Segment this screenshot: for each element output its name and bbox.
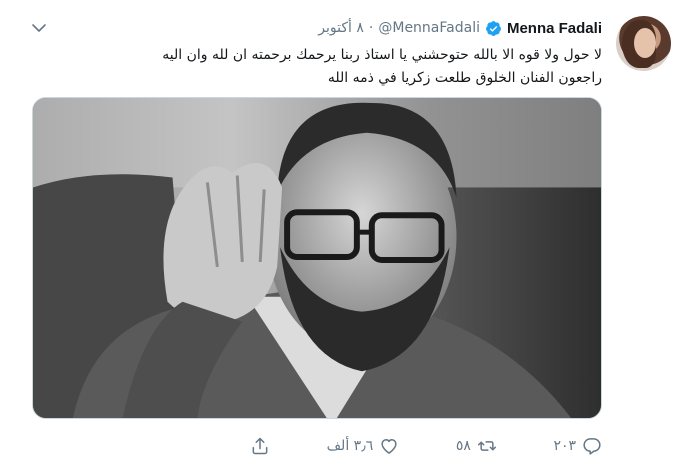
tweet-date[interactable]: ٨ أكتوبر: [318, 20, 364, 36]
author-handle[interactable]: @MennaFadali: [378, 20, 480, 36]
verified-badge-icon: [485, 20, 502, 37]
like-button[interactable]: ٣٫٦ ألف: [327, 436, 400, 456]
tweet-text: لا حول ولا قوه الا بالله حتوحشني يا استا…: [62, 44, 602, 90]
avatar[interactable]: [616, 16, 671, 71]
tweet-header: Menna Fadali @MennaFadali · ٨ أكتوبر: [318, 17, 602, 39]
tweet-text-line: لا حول ولا قوه الا بالله حتوحشني يا استا…: [162, 47, 602, 63]
reply-button[interactable]: ٢٠٣: [553, 436, 602, 456]
retweet-icon: [477, 436, 497, 456]
tweet-text-line: راجعون الفنان الخلوق طلعت زكريا في ذمه ا…: [327, 70, 602, 86]
tweet-card[interactable]: Menna Fadali @MennaFadali · ٨ أكتوبر لا …: [0, 0, 680, 471]
tweet-photo[interactable]: [32, 97, 602, 419]
photo-illustration: [33, 98, 601, 418]
reply-icon: [582, 436, 602, 456]
retweet-button[interactable]: ٥٨: [456, 436, 497, 456]
share-button[interactable]: [250, 436, 270, 456]
like-count: ٣٫٦ ألف: [326, 438, 374, 454]
heart-icon: [379, 436, 399, 456]
retweet-count: ٥٨: [455, 438, 471, 454]
tweet-actions: ٢٠٣ ٥٨ ٣٫٦ ألف: [250, 434, 602, 458]
chevron-down-icon[interactable]: [30, 20, 48, 34]
reply-count: ٢٠٣: [553, 438, 576, 454]
avatar-face: [634, 28, 656, 58]
header-separator: ·: [368, 20, 374, 36]
share-icon: [250, 436, 270, 456]
author-name[interactable]: Menna Fadali: [507, 20, 602, 37]
